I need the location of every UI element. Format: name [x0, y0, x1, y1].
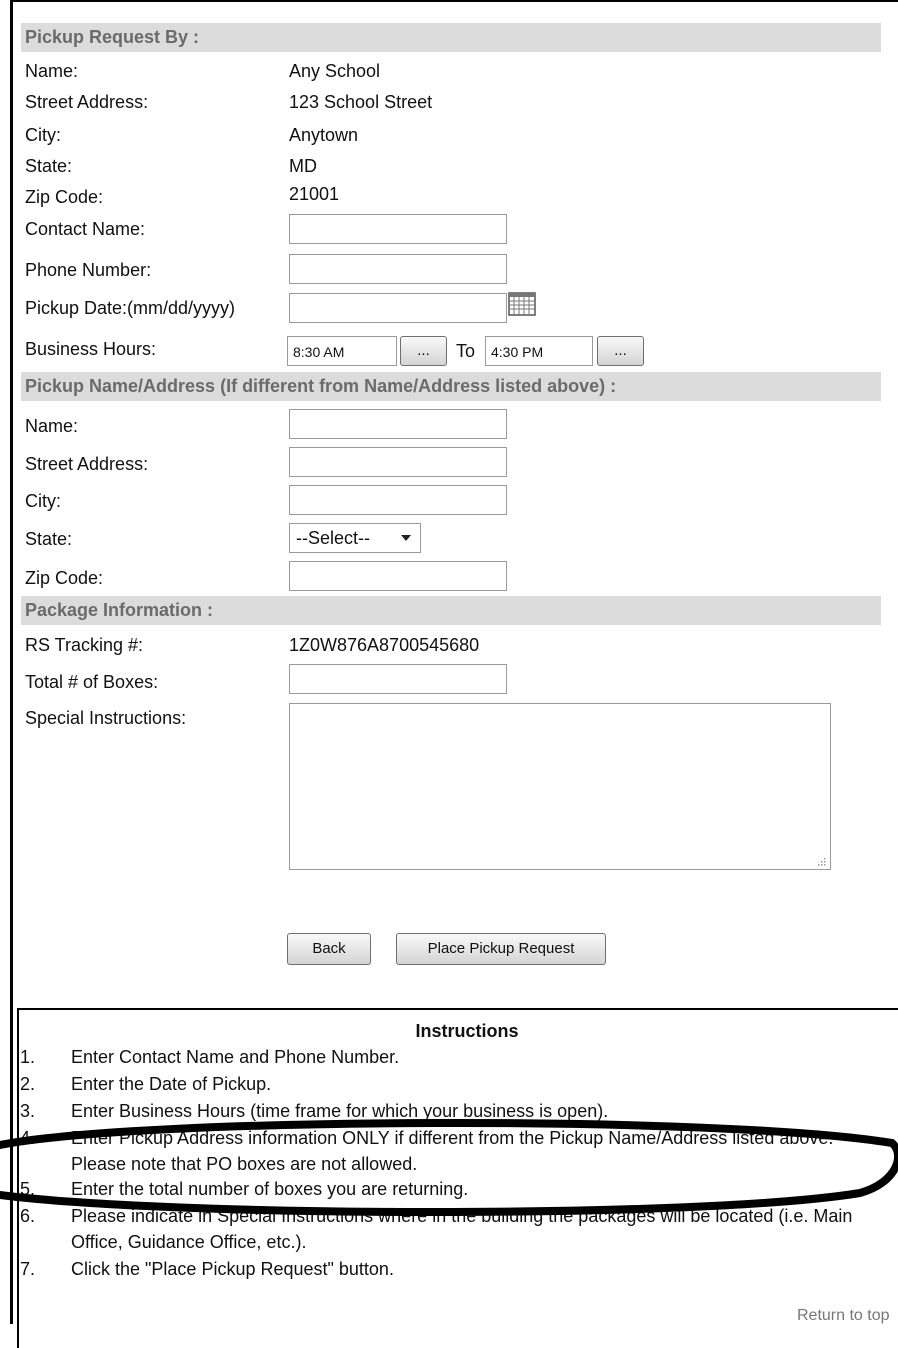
special-instructions-label: Special Instructions:	[25, 708, 187, 728]
pickup-name-label: Name:	[25, 416, 79, 436]
street-address-value: 123 School Street	[289, 92, 433, 112]
city-label: City:	[25, 125, 61, 145]
zip-code-label: Zip Code:	[25, 187, 104, 207]
hours-to-label: To	[456, 341, 476, 361]
pickup-zip-input[interactable]	[289, 561, 507, 591]
zip-code-value: 21001	[289, 184, 340, 204]
special-instructions-textarea[interactable]	[289, 703, 831, 870]
name-value: Any School	[289, 61, 381, 81]
hours-to-picker-button[interactable]: ...	[597, 336, 644, 366]
pickup-state-label: State:	[25, 529, 73, 549]
contact-name-label: Contact Name:	[25, 219, 146, 239]
chevron-down-icon	[401, 535, 411, 541]
pickup-city-input[interactable]	[289, 485, 507, 515]
street-address-label: Street Address:	[25, 92, 149, 112]
hours-from-picker-button[interactable]: ...	[400, 336, 447, 366]
tracking-label: RS Tracking #:	[25, 635, 144, 655]
return-to-top-link[interactable]: Return to top	[797, 1306, 890, 1326]
section-header-package-info: Package Information :	[21, 596, 881, 625]
pickup-state-selected: --Select--	[296, 528, 371, 548]
name-label: Name:	[25, 61, 79, 81]
city-value: Anytown	[289, 125, 359, 145]
pickup-state-select[interactable]: --Select--	[289, 523, 421, 553]
section-header-pickup-request: Pickup Request By :	[21, 23, 881, 52]
pickup-street-input[interactable]	[289, 447, 507, 477]
state-label: State:	[25, 156, 73, 176]
hours-to-input[interactable]: 4:30 PM	[485, 336, 593, 366]
pickup-zip-label: Zip Code:	[25, 568, 104, 588]
hours-from-input[interactable]: 8:30 AM	[287, 336, 397, 366]
contact-name-input[interactable]	[289, 214, 507, 244]
tracking-value: 1Z0W876A8700545680	[289, 635, 480, 655]
pickup-street-label: Street Address:	[25, 454, 149, 474]
pickup-city-label: City:	[25, 491, 61, 511]
phone-number-input[interactable]	[289, 254, 507, 284]
pickup-date-label: Pickup Date:(mm/dd/yyyy)	[25, 298, 236, 318]
instructions-title: Instructions	[415, 1021, 519, 1041]
section-header-pickup-address: Pickup Name/Address (If different from N…	[21, 372, 881, 401]
state-value: MD	[289, 156, 317, 176]
pickup-name-input[interactable]	[289, 409, 507, 439]
back-button[interactable]: Back	[287, 933, 371, 965]
highlight-ellipse-annotation	[0, 1118, 898, 1216]
calendar-icon[interactable]	[508, 292, 536, 316]
place-pickup-request-button[interactable]: Place Pickup Request	[396, 933, 606, 965]
total-boxes-input[interactable]	[289, 664, 507, 694]
total-boxes-label: Total # of Boxes:	[25, 672, 159, 692]
business-hours-label: Business Hours:	[25, 339, 157, 359]
phone-number-label: Phone Number:	[25, 260, 152, 280]
pickup-date-input[interactable]	[289, 293, 507, 323]
resize-grip-icon[interactable]	[815, 855, 827, 867]
